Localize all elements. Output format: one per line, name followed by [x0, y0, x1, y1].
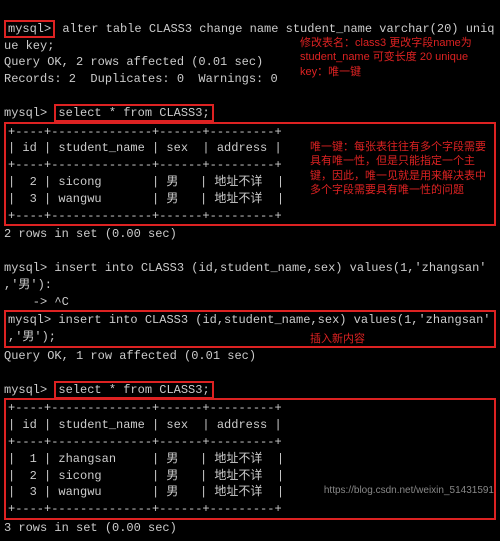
cmd-select1: select * from CLASS3;: [54, 104, 213, 122]
prompt[interactable]: mysql>: [4, 20, 55, 38]
watermark: https://blog.csdn.net/weixin_51431591: [324, 484, 494, 498]
line-ins1b: ,'男'):: [4, 278, 52, 292]
table-row: | 2 | sicong | 男 | 地址不详 |: [8, 175, 284, 189]
table-border: +----+--------------+------+---------+: [8, 502, 282, 516]
line-ins2b: ,'男');: [8, 330, 56, 344]
line-ins1c: -> ^C: [4, 295, 69, 309]
annotation-unique: 唯一键：每张表往往有多个字段需要具有唯一性，但是只能指定一个主键，因此，唯一见就…: [310, 140, 495, 197]
line-sel1: mysql> select * from CLASS3;: [4, 104, 214, 122]
table-border: +----+--------------+------+---------+: [8, 158, 282, 172]
line-sel2: mysql> select * from CLASS3;: [4, 381, 214, 399]
line-ins1a: mysql> insert into CLASS3 (id,student_na…: [4, 261, 487, 275]
annotation-insert: 插入新内容: [310, 332, 430, 346]
annotation-alter: 修改表名：class3 更改字段name为 student_name 可变长度 …: [300, 36, 490, 79]
table-header: | id | student_name | sex | address |: [8, 418, 282, 432]
prompt[interactable]: mysql>: [8, 313, 51, 327]
table-border: +----+--------------+------+---------+: [8, 125, 282, 139]
table2-box: +----+--------------+------+---------+ |…: [4, 398, 496, 520]
prompt[interactable]: mysql>: [4, 261, 47, 275]
table-row: | 3 | wangwu | 男 | 地址不详 |: [8, 485, 284, 499]
line-sel1-res: 2 rows in set (0.00 sec): [4, 227, 177, 241]
line-alter-rec: Records: 2 Duplicates: 0 Warnings: 0: [4, 72, 278, 86]
prompt[interactable]: mysql>: [4, 383, 47, 397]
prompt[interactable]: mysql>: [4, 106, 47, 120]
line-alter-ok: Query OK, 2 rows affected (0.01 sec): [4, 55, 263, 69]
table-border: +----+--------------+------+---------+: [8, 209, 282, 223]
line-ins-ok: Query OK, 1 row affected (0.01 sec): [4, 349, 256, 363]
table-row: | 2 | sicong | 男 | 地址不详 |: [8, 469, 284, 483]
line-sel2-res: 3 rows in set (0.00 sec): [4, 521, 177, 535]
table-border: +----+--------------+------+---------+: [8, 435, 282, 449]
table-border: +----+--------------+------+---------+: [8, 401, 282, 415]
terminal: mysql> alter table CLASS3 change name st…: [0, 0, 500, 541]
table-header: | id | student_name | sex | address |: [8, 141, 282, 155]
table-row: | 1 | zhangsan | 男 | 地址不详 |: [8, 452, 284, 466]
cmd-select2: select * from CLASS3;: [54, 381, 213, 399]
line-alter2: ue key;: [4, 39, 54, 53]
table-row: | 3 | wangwu | 男 | 地址不详 |: [8, 192, 284, 206]
